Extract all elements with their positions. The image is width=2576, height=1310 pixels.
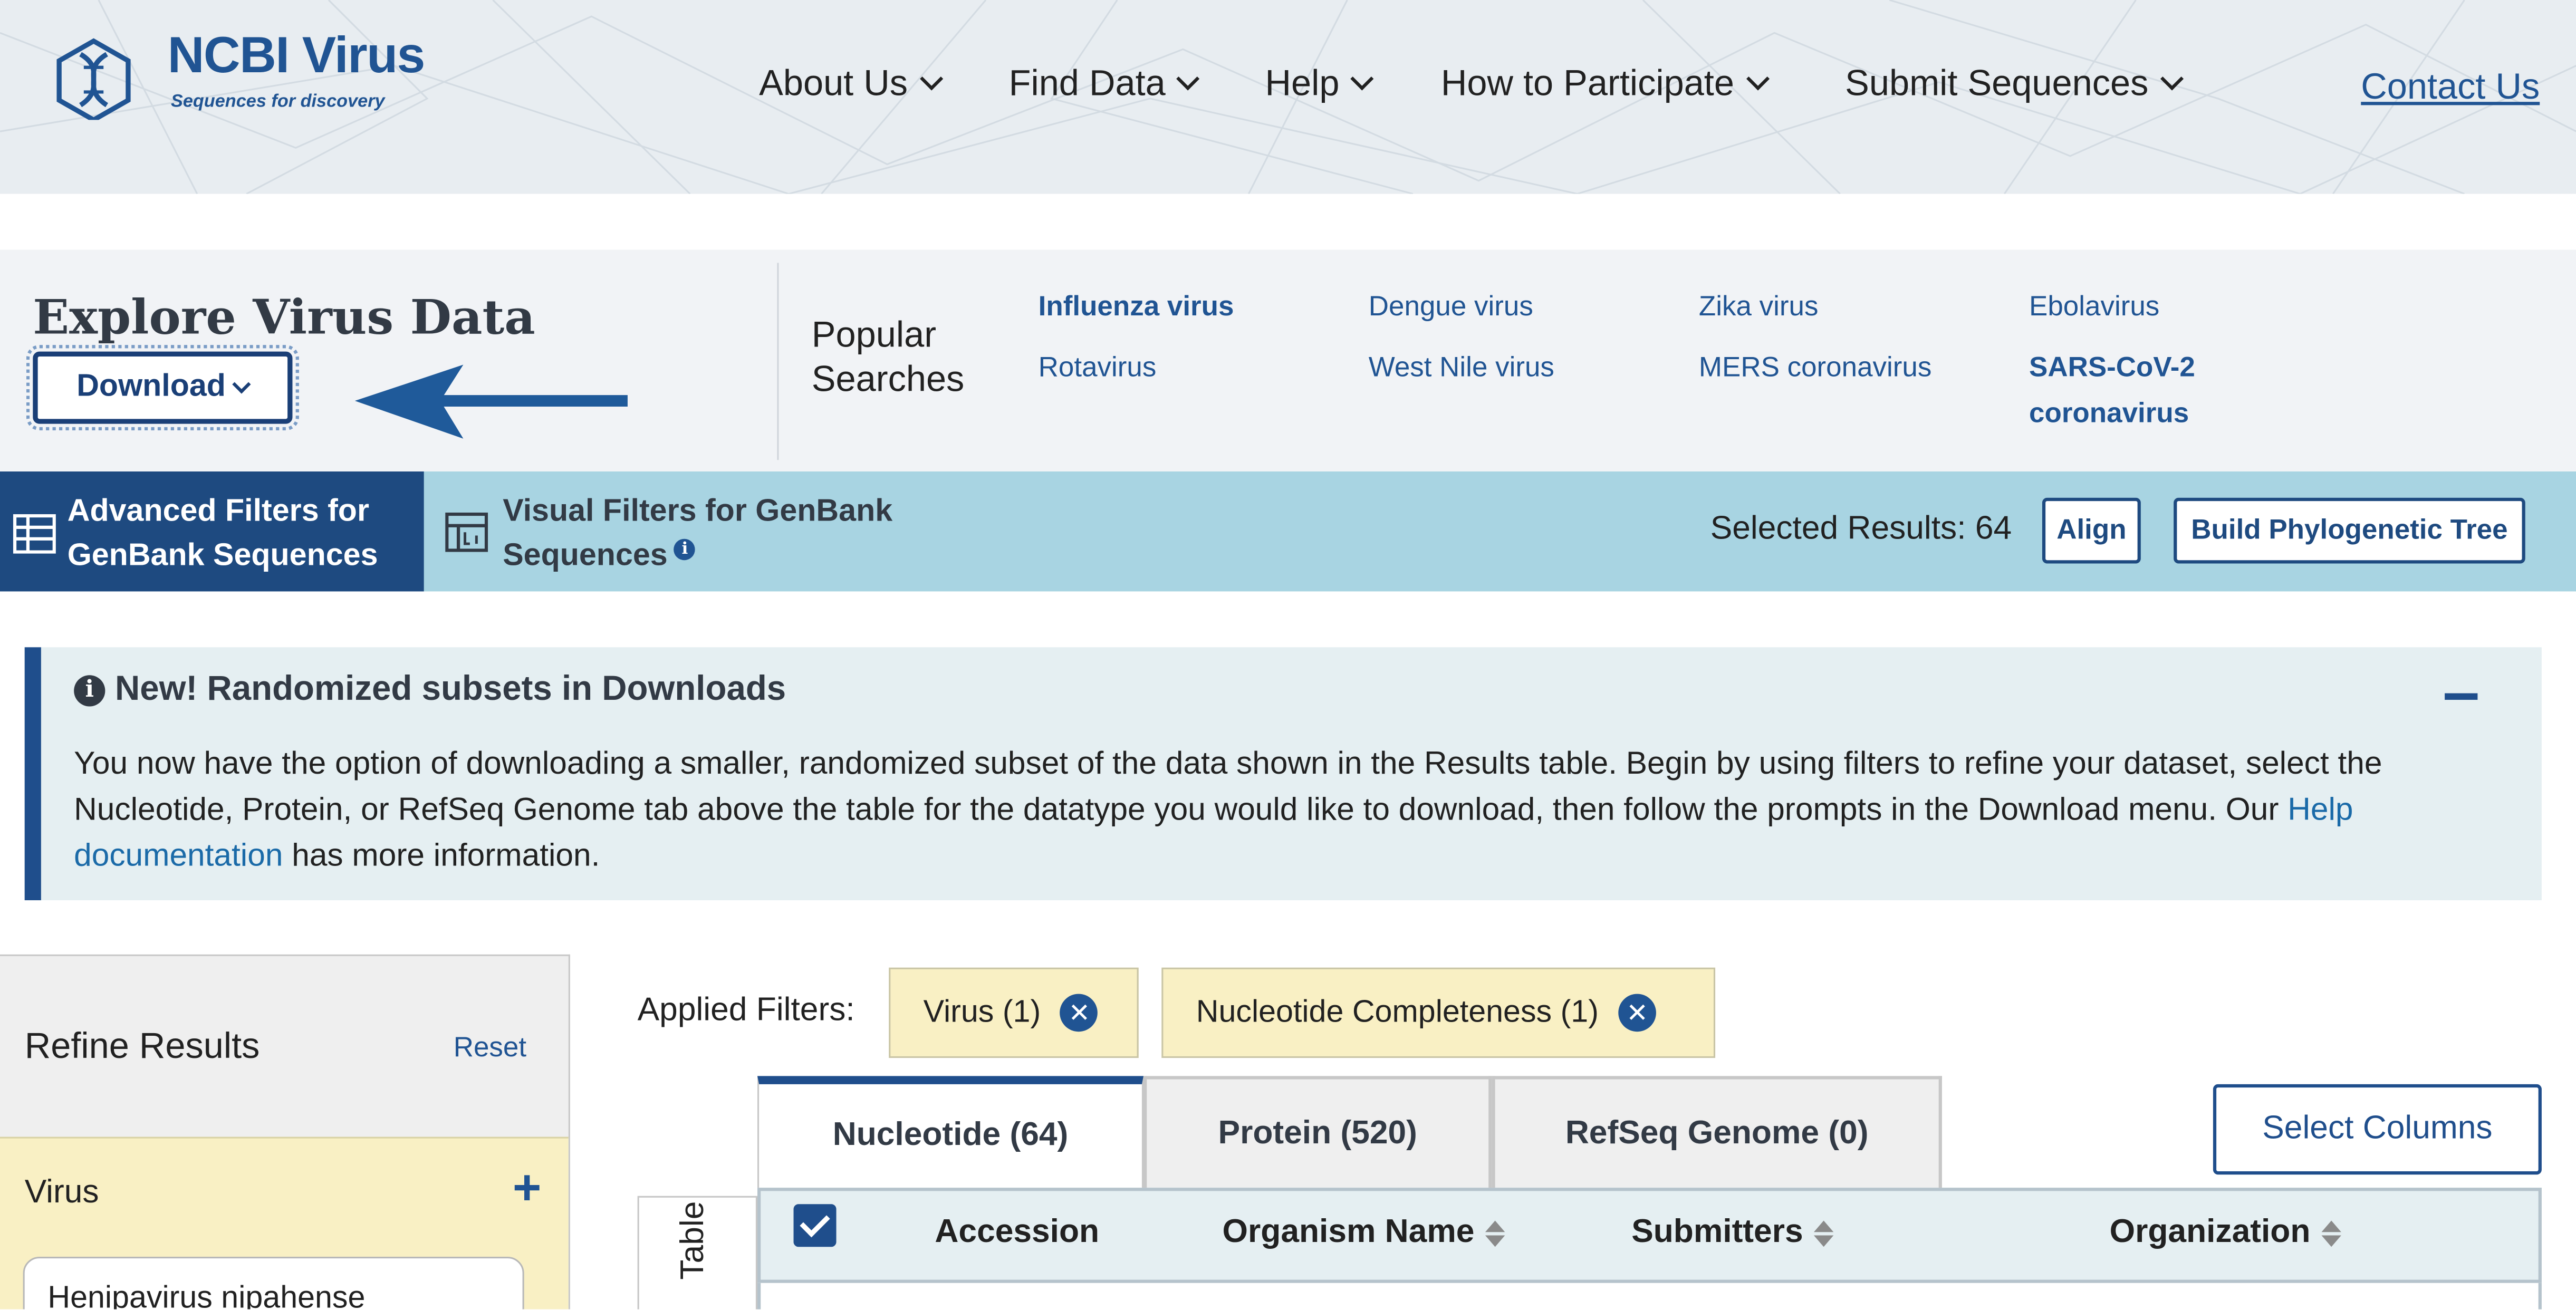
- popular-link-mers[interactable]: MERS coronavirus: [1699, 345, 1931, 391]
- tab-nucleotide[interactable]: Nucleotide (64): [757, 1076, 1144, 1188]
- column-accession[interactable]: Accession: [935, 1214, 1099, 1252]
- nav-submit-sequences[interactable]: Submit Sequences: [1845, 62, 2184, 105]
- notice-title: i New! Randomized subsets in Downloads: [74, 670, 786, 710]
- chevron-down-icon: [1351, 67, 1374, 91]
- column-organization[interactable]: Organization: [2110, 1214, 2342, 1252]
- page-title: Explore Virus Data: [33, 289, 535, 345]
- close-icon[interactable]: ✕: [1060, 994, 1099, 1032]
- logo-title: NCBI Virus: [167, 26, 426, 84]
- table-icon: [13, 514, 56, 554]
- column-label: Submitters: [1631, 1213, 1803, 1250]
- chevron-down-icon: [1745, 67, 1769, 91]
- tab-advanced-label: Advanced Filters for GenBank Sequences: [67, 494, 378, 574]
- logo-tagline: Sequences for discovery: [170, 92, 385, 112]
- arrow-left-icon: [354, 364, 628, 439]
- refine-results-title: Refine Results: [24, 1025, 260, 1066]
- filter-chip-label: Virus (1): [923, 995, 1041, 1029]
- popular-link-zika[interactable]: Zika virus: [1699, 284, 1819, 330]
- nav-how-to-participate[interactable]: How to Participate: [1440, 62, 1769, 105]
- notice-title-text: New! Randomized subsets in Downloads: [115, 670, 786, 708]
- align-button[interactable]: Align: [2042, 497, 2141, 564]
- tab-refseq-genome[interactable]: RefSeq Genome (0): [1492, 1076, 1942, 1188]
- chevron-down-icon: [233, 375, 252, 394]
- plus-icon[interactable]: +: [513, 1161, 542, 1217]
- column-submitters[interactable]: Submitters: [1631, 1214, 1834, 1252]
- tab-advanced-filters[interactable]: Advanced Filters for GenBank Sequences: [0, 471, 424, 592]
- tab-visual-label: Visual Filters for GenBank Sequences i: [503, 489, 897, 578]
- notice-body-text: You now have the option of downloading a…: [74, 746, 2382, 828]
- popular-searches-label: Popular Searches: [811, 313, 965, 399]
- chart-icon: [445, 512, 488, 552]
- notice-body: You now have the option of downloading a…: [74, 741, 2456, 879]
- build-phylogenetic-tree-button[interactable]: Build Phylogenetic Tree: [2174, 497, 2525, 564]
- nav-help[interactable]: Help: [1265, 62, 1374, 105]
- collapse-icon[interactable]: [2445, 693, 2478, 700]
- sort-icon[interactable]: [1814, 1219, 1834, 1246]
- selected-results-count: Selected Results: 64: [1710, 510, 2012, 547]
- chevron-down-icon: [1177, 67, 1200, 91]
- nav-about-us[interactable]: About Us: [759, 62, 943, 105]
- side-tab-table[interactable]: Table: [637, 1196, 758, 1309]
- checkbox-icon[interactable]: [793, 1204, 837, 1247]
- column-label: Organization: [2109, 1213, 2311, 1250]
- popular-link-influenza[interactable]: Influenza virus: [1039, 284, 1234, 330]
- filter-chip-virus: Virus (1) ✕: [889, 967, 1139, 1058]
- popular-link-sars-cov-2[interactable]: SARS-CoV-2 coronavirus: [2029, 345, 2210, 437]
- column-label: Accession: [935, 1213, 1100, 1250]
- nav-label: About Us: [759, 62, 908, 104]
- virus-filter-section[interactable]: Virus + Henipavirus nipahense: [0, 1136, 569, 1309]
- tab-visual-filters[interactable]: Visual Filters for GenBank Sequences i: [424, 471, 900, 591]
- nav-label: How to Participate: [1440, 62, 1734, 104]
- ncbi-virus-logo-icon: [56, 38, 131, 120]
- select-columns-button[interactable]: Select Columns: [2213, 1084, 2542, 1175]
- close-icon[interactable]: ✕: [1618, 994, 1656, 1032]
- table-row[interactable]: [757, 1283, 2542, 1309]
- divider: [777, 263, 779, 460]
- applied-filters-label: Applied Filters:: [637, 992, 855, 1028]
- virus-filter-input[interactable]: Henipavirus nipahense: [23, 1256, 524, 1309]
- notice-body-text-end: has more information.: [283, 837, 600, 874]
- sort-icon[interactable]: [2322, 1219, 2342, 1246]
- column-label: Organism Name: [1222, 1213, 1475, 1250]
- chevron-down-icon: [2159, 67, 2184, 91]
- tab-visual-text: Visual Filters for GenBank Sequences: [503, 494, 893, 574]
- nav-find-data[interactable]: Find Data: [1008, 62, 1200, 105]
- refine-results-panel: Refine Results Reset Virus + Henipavirus…: [0, 954, 570, 1309]
- notice-banner: i New! Randomized subsets in Downloads Y…: [24, 647, 2542, 901]
- info-icon[interactable]: i: [674, 538, 696, 560]
- popular-link-west-nile[interactable]: West Nile virus: [1369, 345, 1554, 391]
- contact-us-link[interactable]: Contact Us: [2361, 66, 2540, 109]
- nav-label: Find Data: [1008, 62, 1166, 104]
- nav-label: Submit Sequences: [1845, 62, 2149, 104]
- chevron-down-icon: [919, 67, 943, 91]
- download-label: Download: [76, 369, 226, 404]
- nav-label: Help: [1265, 62, 1340, 104]
- side-tab-label: Table: [675, 1201, 712, 1280]
- column-organism-name[interactable]: Organism Name: [1223, 1214, 1506, 1252]
- sort-icon[interactable]: [1486, 1219, 1506, 1246]
- popular-link-rotavirus[interactable]: Rotavirus: [1039, 345, 1157, 391]
- site-header: NCBI Virus Sequences for discovery About…: [0, 0, 2576, 194]
- tab-protein[interactable]: Protein (520): [1143, 1076, 1492, 1188]
- ncbi-virus-logo[interactable]: NCBI Virus Sequences for discovery: [49, 26, 444, 125]
- download-button[interactable]: Download: [26, 345, 299, 431]
- reset-link[interactable]: Reset: [454, 1032, 526, 1064]
- virus-filter-label: Virus: [24, 1174, 99, 1211]
- filter-chip-label: Nucleotide Completeness (1): [1196, 995, 1599, 1029]
- results-table-header: Accession Organism Name Submitters Organ…: [757, 1188, 2542, 1283]
- info-icon: i: [74, 674, 105, 706]
- filter-chip-nucleotide-completeness: Nucleotide Completeness (1) ✕: [1161, 967, 1716, 1058]
- explore-section: Explore Virus Data Download Popular Sear…: [0, 249, 2576, 472]
- popular-link-dengue[interactable]: Dengue virus: [1369, 284, 1533, 330]
- filter-tab-bar: Advanced Filters for GenBank Sequences V…: [0, 471, 2576, 592]
- popular-link-ebolavirus[interactable]: Ebolavirus: [2029, 284, 2159, 330]
